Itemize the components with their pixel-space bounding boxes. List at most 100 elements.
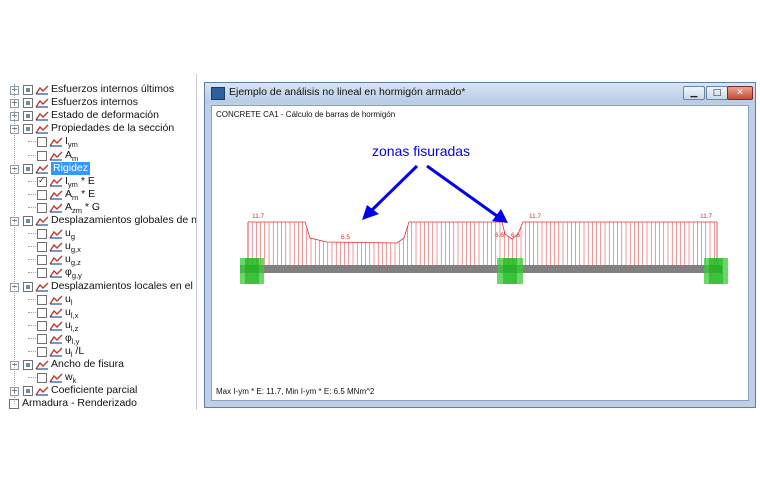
tree-connector xyxy=(28,246,36,248)
tree-item[interactable]: + Coeficiente parcial xyxy=(0,384,196,397)
tree-item[interactable]: − Ancho de fisura xyxy=(0,358,196,371)
tree-connector xyxy=(28,324,36,326)
tree-item[interactable]: −Desplazamientos globales de nudos xyxy=(0,214,196,227)
tree-connector xyxy=(28,272,36,274)
window-titlebar[interactable]: Ejemplo de análisis no lineal en hormigó… xyxy=(205,83,755,103)
tree-checkbox[interactable] xyxy=(37,189,47,200)
tree-checkbox[interactable] xyxy=(23,386,33,397)
label-text: Rigidez xyxy=(53,161,89,174)
tree-checkbox[interactable] xyxy=(37,333,47,344)
tree-item[interactable]: + Esfuerzos internos últimos xyxy=(0,83,196,96)
tree-connector xyxy=(28,154,36,156)
tree-checkbox[interactable] xyxy=(37,202,47,213)
tree-item-label: Desplazamientos globales de nudos xyxy=(51,214,197,227)
tree-checkbox[interactable] xyxy=(23,124,33,135)
tree-checkbox[interactable] xyxy=(23,98,33,109)
tree-checkbox[interactable] xyxy=(37,307,47,318)
tree-checkbox[interactable] xyxy=(23,216,33,226)
label-text: Esfuerzos internos xyxy=(51,96,138,109)
label-text: Desplazamientos globales de nudos xyxy=(51,214,197,226)
tree-item[interactable]: ug xyxy=(0,227,196,241)
result-type-icon xyxy=(35,216,49,226)
tree-item[interactable]: − Rigidez xyxy=(0,161,196,175)
result-type-icon xyxy=(49,177,63,187)
tree-checkbox[interactable] xyxy=(23,163,33,174)
tree-item[interactable]: − Propiedades de la sección xyxy=(0,122,196,135)
tree-item[interactable]: ul /L xyxy=(0,345,196,359)
label-text: Esfuerzos internos últimos xyxy=(51,83,175,95)
result-type-icon xyxy=(35,111,49,121)
result-type-icon xyxy=(35,164,49,174)
tree-item[interactable]: Iym xyxy=(0,135,196,149)
tree-item[interactable]: −Desplazamientos locales en el nudo xyxy=(0,280,196,293)
tree-checkbox[interactable] xyxy=(23,360,33,371)
label-suffix: * E xyxy=(78,187,96,200)
tree-checkbox[interactable] xyxy=(37,255,47,266)
label-text: Coeficiente parcial xyxy=(51,384,138,397)
tree-connector xyxy=(28,206,36,208)
label-right-start: 11.7 xyxy=(529,213,542,220)
tree-item[interactable]: φg,y xyxy=(0,266,196,280)
tree-item[interactable]: ul xyxy=(0,293,196,307)
result-type-icon xyxy=(35,386,49,396)
minimize-button[interactable]: ▁ xyxy=(683,86,705,100)
tree-checkbox[interactable] xyxy=(37,137,47,148)
label-right-end: 11.7 xyxy=(700,213,713,220)
label-text: Armadura - Renderizado xyxy=(22,397,137,410)
tree-item[interactable]: wk xyxy=(0,371,196,385)
result-type-icon xyxy=(49,334,63,344)
tree-item[interactable]: Iym * E xyxy=(0,175,196,189)
tree-item[interactable]: Armadura - Renderizado xyxy=(0,397,196,410)
result-type-icon xyxy=(49,308,63,318)
tree-connector xyxy=(28,377,36,379)
tree-checkbox[interactable] xyxy=(37,229,47,240)
tree-checkbox[interactable] xyxy=(37,320,47,331)
tree-connector xyxy=(28,311,36,313)
tree-item[interactable]: ul,x xyxy=(0,306,196,320)
tree-checkbox[interactable] xyxy=(37,242,47,253)
result-type-icon xyxy=(35,98,49,108)
beam-member xyxy=(240,265,722,273)
tree-checkbox[interactable] xyxy=(37,268,47,279)
tree-item[interactable]: Am xyxy=(0,148,196,163)
tree-item[interactable]: + Esfuerzos internos xyxy=(0,96,196,109)
label-text: Ancho de fisura xyxy=(51,358,124,371)
tree-checkbox[interactable] xyxy=(23,281,33,292)
tree-checkbox[interactable] xyxy=(37,175,47,188)
tree-item[interactable]: ug,x xyxy=(0,240,196,254)
tree-item-label: Armadura - Renderizado xyxy=(22,397,137,410)
tree-item[interactable]: + Estado de deformación xyxy=(0,109,196,122)
tree-checkbox[interactable] xyxy=(37,294,47,305)
tree-checkbox[interactable] xyxy=(23,85,33,95)
tree-item[interactable]: ug,z xyxy=(0,253,196,267)
result-type-icon xyxy=(49,137,63,147)
label-text: A xyxy=(65,148,73,161)
annotation-arrows xyxy=(362,164,508,223)
label-text: Propiedades de la sección xyxy=(51,122,175,135)
middle-support-core xyxy=(503,258,517,284)
tree-checkbox[interactable] xyxy=(37,150,47,161)
tree-checkbox[interactable] xyxy=(37,347,47,357)
tree-item-label: Esfuerzos internos xyxy=(51,96,138,109)
navigator-tree[interactable]: + Esfuerzos internos últimos + Esfuerzos in… xyxy=(0,74,197,410)
tree-item[interactable]: Azm * G xyxy=(0,200,196,215)
maximize-button[interactable]: □ xyxy=(706,86,728,100)
result-type-icon xyxy=(49,255,63,265)
result-type-icon xyxy=(49,190,63,200)
result-type-icon xyxy=(49,203,63,213)
tree-connector xyxy=(28,193,36,195)
tree-checkbox[interactable] xyxy=(37,373,47,384)
label-left-max: 11.7 xyxy=(252,213,265,220)
label-suffix: /L xyxy=(72,345,85,357)
tree-guide xyxy=(14,84,15,404)
label-suffix: * G xyxy=(82,200,101,213)
tree-item[interactable]: φl,y xyxy=(0,332,196,346)
tree-item-label: Desplazamientos locales en el nudo xyxy=(51,280,196,293)
tree-checkbox[interactable] xyxy=(23,111,33,122)
close-button[interactable]: ✕ xyxy=(727,86,753,100)
graphics-area[interactable]: CONCRETE CA1 - Cálculo de barras de horm… xyxy=(211,105,749,401)
result-type-icon xyxy=(49,373,63,383)
tree-item[interactable]: ul,z xyxy=(0,319,196,333)
tree-item[interactable]: Am * E xyxy=(0,187,196,202)
result-type-icon xyxy=(49,321,63,331)
